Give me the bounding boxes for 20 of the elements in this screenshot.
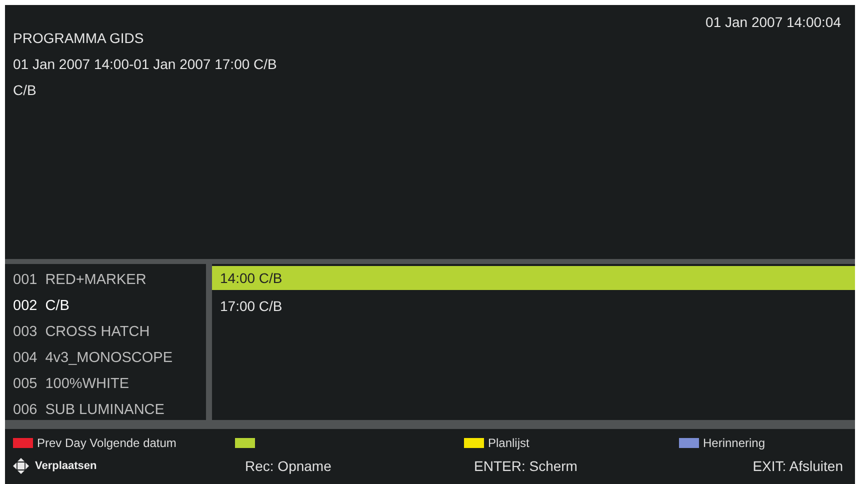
hint-label: Rec: Opname <box>244 458 332 474</box>
time-range: 01 Jan 2007 14:00-01 Jan 2007 17:00 C/B <box>13 55 277 73</box>
channel-item[interactable]: 003 CROSS HATCH <box>13 319 206 345</box>
navigate-icon <box>13 458 29 474</box>
channel-item[interactable]: 005 100%WHITE <box>13 371 206 397</box>
hint-label: EXIT: Afsluiten <box>752 458 843 474</box>
color-key-label: Planlijst <box>488 436 530 450</box>
programme-item[interactable]: 17:00 C/B <box>212 294 855 318</box>
color-key-label: Herinnering <box>703 436 766 450</box>
hint-label: Verplaatsen <box>35 460 97 472</box>
clock: 01 Jan 2007 14:00:04 <box>706 13 841 31</box>
programme-description: C/B <box>13 81 38 99</box>
channel-item[interactable]: 001 RED+MARKER <box>13 267 206 293</box>
hint-label: ENTER: Scherm <box>473 458 578 474</box>
color-key-label: Prev Day Volgende datum <box>37 436 176 450</box>
channel-item[interactable]: 004 4v3_MONOSCOPE <box>13 345 206 371</box>
channel-item[interactable]: 006 SUB LUMINANCE <box>13 397 206 423</box>
programme-item[interactable]: 14:00 C/B <box>212 266 855 290</box>
channel-item[interactable]: 002 C/B <box>13 293 206 319</box>
guide-title: PROGRAMMA GIDS <box>13 29 145 47</box>
